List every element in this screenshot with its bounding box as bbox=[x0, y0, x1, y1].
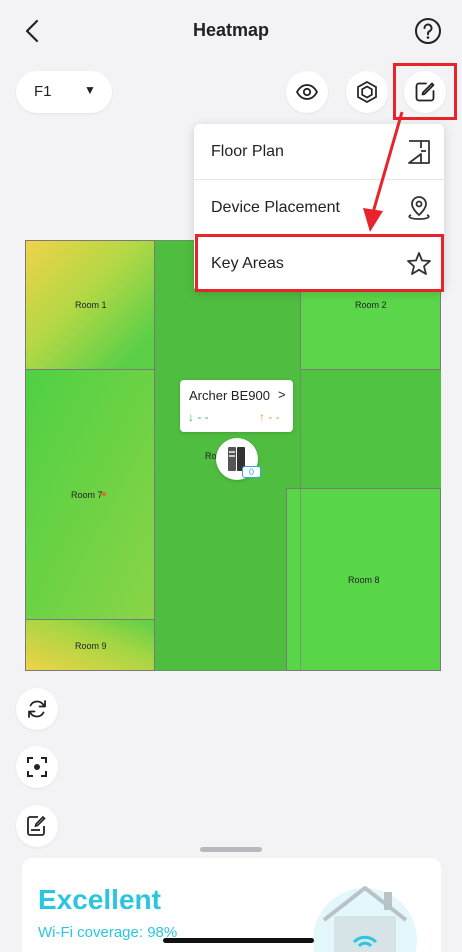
room-label: Room 8 bbox=[348, 575, 380, 585]
device-count-badge: 0 bbox=[242, 466, 261, 478]
focus-icon bbox=[27, 757, 47, 777]
caret-down-icon: ▼ bbox=[84, 83, 96, 97]
key-areas-highlight bbox=[195, 234, 444, 292]
device-button[interactable] bbox=[346, 71, 388, 113]
chevron-right-icon: > bbox=[278, 387, 286, 402]
download-rate: ↓ - - bbox=[188, 410, 209, 424]
room-label: Room 2 bbox=[355, 300, 387, 310]
upload-rate: ↑ - - bbox=[259, 410, 280, 424]
refresh-icon bbox=[28, 700, 46, 718]
sheet-drag-handle[interactable] bbox=[200, 847, 262, 852]
refresh-button[interactable] bbox=[16, 688, 58, 730]
floor-selector[interactable]: F1 ▼ bbox=[16, 71, 112, 113]
annotation-arrow bbox=[363, 111, 404, 232]
house-wifi-icon bbox=[313, 886, 417, 952]
room-label: Room 7 bbox=[71, 490, 103, 500]
floor-selected-value: F1 bbox=[34, 83, 52, 100]
page-title: Heatmap bbox=[192, 20, 270, 40]
eye-icon bbox=[295, 84, 319, 100]
room-label: Ro bbox=[205, 451, 217, 461]
coverage-percentage: Wi-Fi coverage: 98% bbox=[38, 924, 178, 941]
room-label: Room 1 bbox=[75, 300, 107, 310]
home-indicator bbox=[163, 938, 314, 943]
hexagon-icon bbox=[357, 81, 377, 103]
note-edit-icon bbox=[27, 815, 46, 836]
focus-button[interactable] bbox=[16, 746, 58, 788]
device-name: Archer BE900 bbox=[189, 388, 270, 403]
device-tooltip[interactable]: Archer BE900 > ↓ - - ↑ - - bbox=[180, 380, 293, 432]
help-icon[interactable] bbox=[413, 16, 443, 46]
menu-item-label: Device Placement bbox=[211, 199, 340, 216]
header: Heatmap bbox=[0, 0, 462, 62]
coverage-status: Excellent bbox=[38, 884, 161, 915]
view-button[interactable] bbox=[286, 71, 328, 113]
room-label: Room 9 bbox=[75, 641, 107, 651]
menu-item-label: Floor Plan bbox=[211, 143, 284, 160]
room-marker-dot bbox=[102, 492, 106, 496]
notes-button[interactable] bbox=[16, 805, 58, 847]
